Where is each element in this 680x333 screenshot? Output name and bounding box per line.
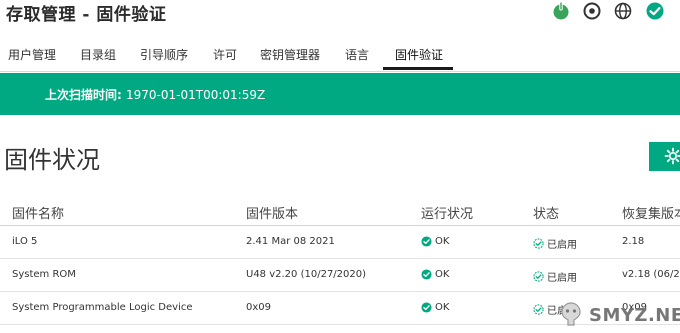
status-cell: 已启用 bbox=[533, 269, 577, 284]
status-text: 已启用 bbox=[547, 240, 577, 251]
column-header-status[interactable]: 状态 bbox=[533, 203, 559, 222]
health-ok-icon[interactable] bbox=[645, 1, 665, 21]
table-header: 固件名称 固件版本 运行状况 状态 恢复集版本 bbox=[0, 196, 680, 226]
enabled-icon bbox=[533, 304, 544, 315]
tab-directory-groups[interactable]: 目录组 bbox=[80, 46, 116, 63]
firmware-version: 2.41 Mar 08 2021 bbox=[246, 236, 335, 247]
firmware-version: 0x09 bbox=[246, 302, 272, 313]
column-header-recovery[interactable]: 恢复集版本 bbox=[622, 203, 680, 222]
scan-banner: 上次扫描时间: 1970-01-01T00:01:59Z bbox=[0, 73, 680, 115]
column-header-name[interactable]: 固件名称 bbox=[12, 203, 64, 222]
last-scan-value: 1970-01-01T00:01:59Z bbox=[126, 88, 266, 102]
firmware-name: System ROM bbox=[12, 269, 76, 280]
watermark-logo-icon bbox=[561, 302, 581, 326]
ok-icon bbox=[421, 302, 432, 313]
table-row: System ROM U48 v2.20 (10/27/2020) OK 已启用… bbox=[0, 259, 680, 292]
last-scan-label: 上次扫描时间: bbox=[45, 88, 122, 102]
column-header-health[interactable]: 运行状况 bbox=[421, 203, 473, 222]
tab-key-manager[interactable]: 密钥管理器 bbox=[260, 46, 320, 63]
tab-bar: 用户管理 目录组 引导顺序 许可 密钥管理器 语言 固件验证 bbox=[0, 40, 680, 72]
ok-icon bbox=[421, 236, 432, 247]
tab-user-management[interactable]: 用户管理 bbox=[8, 46, 56, 63]
page-header: 存取管理 - 固件验证 bbox=[0, 0, 680, 30]
recovery-version: 2.18 bbox=[622, 236, 645, 247]
health-text: OK bbox=[435, 269, 450, 280]
tab-boot-order[interactable]: 引导顺序 bbox=[140, 46, 188, 63]
health-cell: OK bbox=[421, 269, 449, 280]
gear-icon bbox=[664, 147, 680, 169]
table-row: iLO 5 2.41 Mar 08 2021 OK 已启用 2.18 bbox=[0, 226, 680, 259]
active-tab-indicator bbox=[383, 67, 453, 70]
column-header-version[interactable]: 固件版本 bbox=[246, 203, 298, 222]
health-cell: OK bbox=[421, 236, 449, 247]
power-icon[interactable] bbox=[551, 1, 571, 21]
last-scan-text: 上次扫描时间: 1970-01-01T00:01:59Z bbox=[45, 86, 265, 103]
location-icon[interactable] bbox=[582, 1, 602, 21]
firmware-name: iLO 5 bbox=[12, 236, 38, 247]
health-cell: OK bbox=[421, 302, 449, 313]
ok-icon bbox=[421, 269, 432, 280]
firmware-name: System Programmable Logic Device bbox=[12, 302, 193, 313]
tab-language[interactable]: 语言 bbox=[345, 46, 369, 63]
watermark-text: SMYZ.NET bbox=[589, 304, 680, 326]
firmware-version: U48 v2.20 (10/27/2020) bbox=[246, 269, 367, 280]
globe-icon[interactable] bbox=[613, 1, 633, 21]
settings-button[interactable] bbox=[649, 142, 680, 171]
tab-license[interactable]: 许可 bbox=[213, 46, 237, 63]
health-text: OK bbox=[435, 236, 450, 247]
health-text: OK bbox=[435, 302, 450, 313]
page-title: 存取管理 - 固件验证 bbox=[6, 5, 167, 25]
section-title: 固件状况 bbox=[4, 146, 100, 174]
status-text: 已启用 bbox=[547, 273, 577, 284]
recovery-version: v2.18 (06/24/20 bbox=[622, 269, 680, 280]
status-cell: 已启用 bbox=[533, 236, 577, 251]
enabled-icon bbox=[533, 271, 544, 282]
enabled-icon bbox=[533, 238, 544, 249]
tab-firmware-verification[interactable]: 固件验证 bbox=[395, 46, 443, 63]
watermark: SMYZ.NET bbox=[556, 300, 680, 330]
